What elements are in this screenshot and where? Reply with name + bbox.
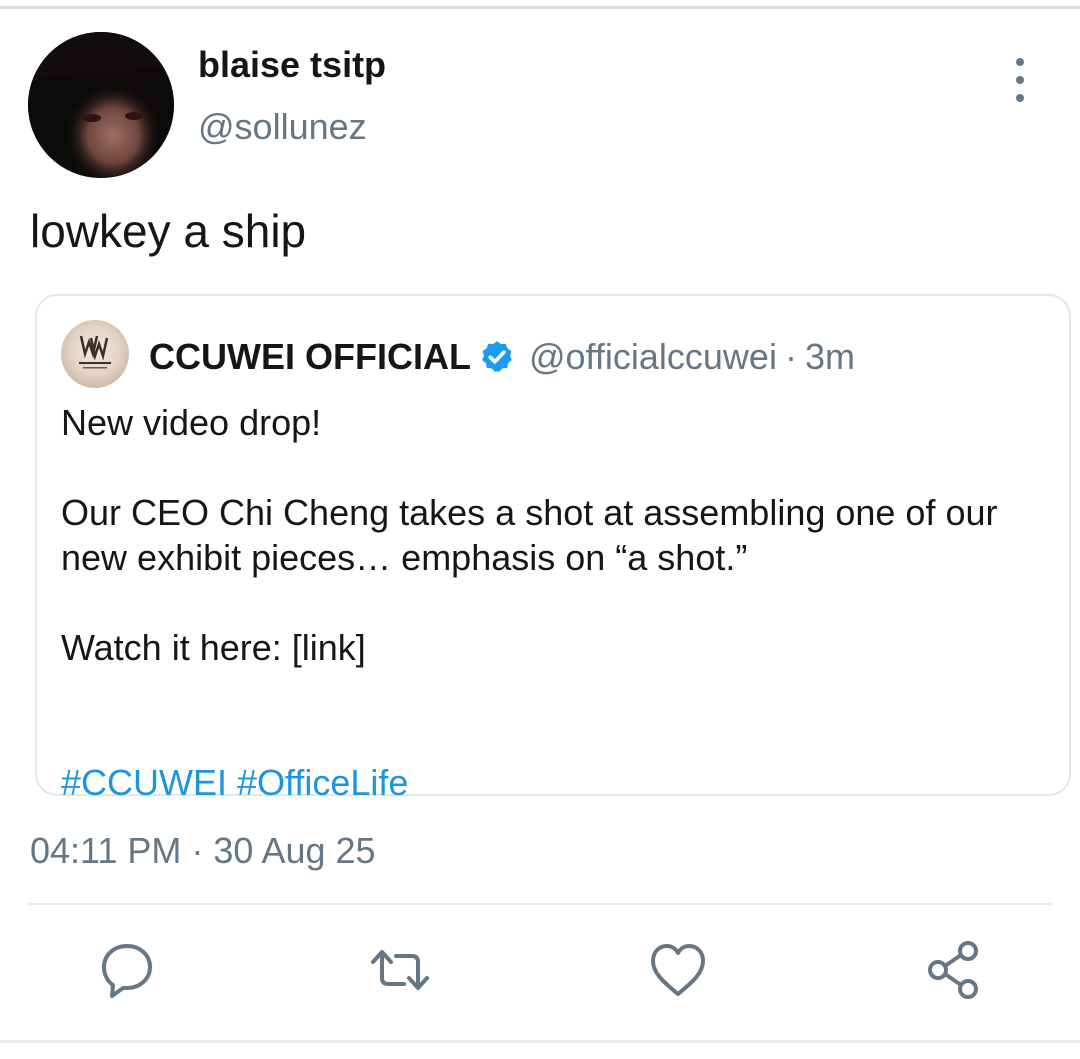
like-icon bbox=[651, 944, 705, 996]
bottom-divider bbox=[0, 1040, 1080, 1043]
action-bar bbox=[0, 938, 1080, 1006]
verified-badge-icon bbox=[482, 341, 512, 372]
more-dot-icon bbox=[1016, 58, 1024, 66]
quoted-tweet-time: 3m bbox=[804, 336, 855, 377]
like-button[interactable] bbox=[646, 938, 710, 1002]
ccuwei-logo-icon bbox=[79, 335, 111, 369]
reply-button[interactable] bbox=[95, 938, 159, 1002]
header-separator: · bbox=[784, 336, 797, 377]
quoted-tweet-card[interactable]: CCUWEI OFFICIAL @officialccuwei · 3m New… bbox=[35, 294, 1071, 803]
hashtag-link[interactable]: #CCUWEI bbox=[61, 762, 227, 803]
share-icon bbox=[928, 941, 978, 999]
retweet-icon bbox=[371, 950, 429, 990]
quoted-author-avatar[interactable] bbox=[61, 320, 129, 388]
more-dot-icon bbox=[1016, 76, 1024, 84]
tweet-text: lowkey a ship bbox=[30, 205, 307, 257]
tweet-timestamp[interactable]: 04:11 PM · 30 Aug 25 bbox=[30, 830, 376, 872]
share-button[interactable] bbox=[922, 938, 986, 1002]
author-display-name[interactable]: blaise tsitp bbox=[198, 44, 386, 86]
quoted-author-handle[interactable]: @officialccuwei bbox=[529, 336, 777, 378]
quoted-body-line: Watch it here: [link] bbox=[61, 627, 366, 668]
action-divider bbox=[28, 903, 1052, 905]
more-dot-icon bbox=[1016, 94, 1024, 102]
user-avatar-photo-icon bbox=[28, 32, 174, 178]
more-options-button[interactable] bbox=[1000, 58, 1040, 102]
hashtag-link[interactable]: #OfficeLife bbox=[237, 762, 408, 803]
author-handle[interactable]: @sollunez bbox=[198, 106, 367, 148]
quoted-body-paragraph: Our CEO Chi Cheng takes a shot at assemb… bbox=[61, 492, 998, 578]
quoted-body-line: New video drop! bbox=[61, 402, 322, 443]
author-avatar[interactable] bbox=[28, 32, 174, 178]
quoted-tweet-body: New video drop! Our CEO Chi Cheng takes … bbox=[61, 400, 1041, 805]
reply-icon bbox=[102, 944, 152, 998]
retweet-button[interactable] bbox=[368, 938, 432, 1002]
top-divider bbox=[0, 6, 1080, 9]
quoted-author-name[interactable]: CCUWEI OFFICIAL bbox=[149, 336, 471, 378]
